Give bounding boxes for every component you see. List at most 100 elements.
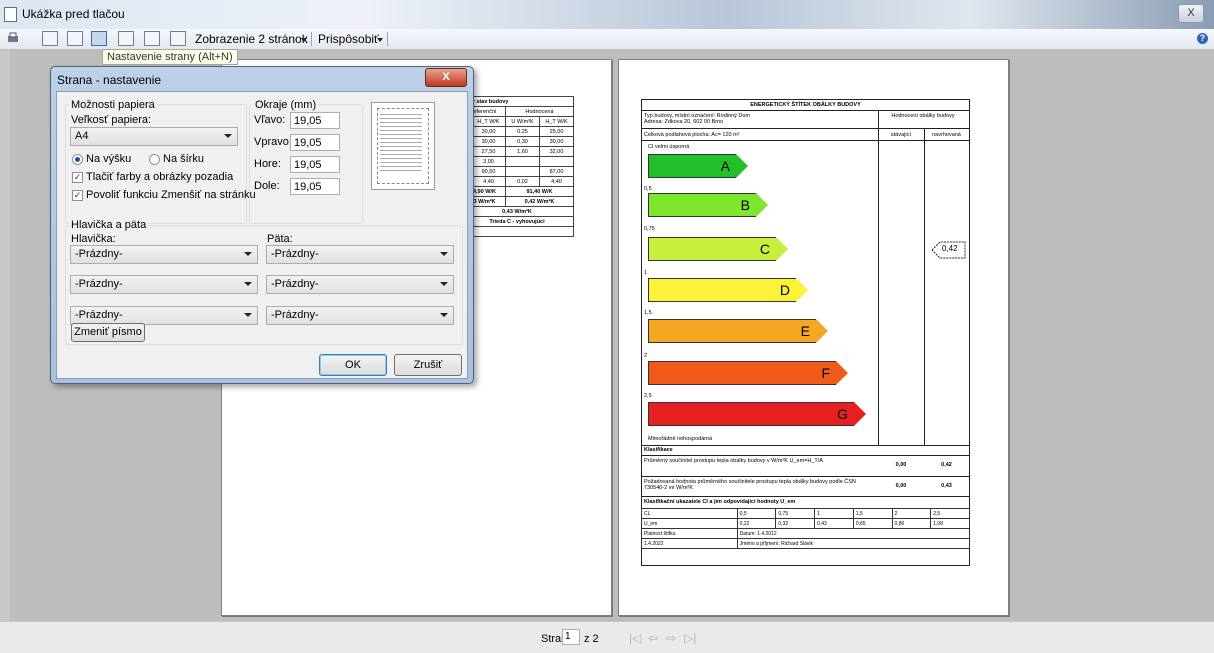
change-font-button[interactable]: Zmeniť písmo bbox=[71, 323, 145, 342]
dialog-close-button[interactable]: X bbox=[425, 68, 467, 87]
table-row bbox=[460, 226, 574, 237]
toolbar: Zobrazenie 2 stránok Prispôsobiť ? bbox=[0, 29, 1214, 50]
chevron-down-icon bbox=[244, 313, 252, 317]
table-row: Platnost štítku Datum: 1.4.2012 bbox=[641, 528, 971, 539]
floor-area: Celková podlahová plocha: Ac= 120 m² bbox=[644, 132, 740, 138]
chevron-down-icon bbox=[440, 313, 448, 317]
table-row: 027,501,6032,00 bbox=[459, 146, 574, 157]
preview-page-2: ENERGETICKÝ ŠTÍTEK OBÁLKY BUDOVY Typ bud… bbox=[618, 59, 1009, 616]
shrink-checkbox[interactable]: ✓ bbox=[72, 190, 83, 201]
shrink-label[interactable]: Povoliť funkciu Zmenšiť na stránku bbox=[86, 189, 256, 201]
chevron-down-icon[interactable] bbox=[301, 38, 307, 42]
divider bbox=[642, 128, 969, 129]
print-bg-checkbox[interactable]: ✓ bbox=[72, 172, 83, 183]
page-setup-dialog: Strana - nastavenie X Možnosti papiera V… bbox=[50, 66, 474, 384]
divider bbox=[642, 445, 969, 446]
unit-cell: H_T W/K bbox=[539, 116, 574, 127]
chevron-down-icon[interactable] bbox=[377, 38, 383, 42]
last-page-icon[interactable]: ▷| bbox=[684, 631, 696, 645]
req-proposed: 0,43 bbox=[941, 483, 952, 489]
ok-button[interactable]: OK bbox=[319, 354, 387, 376]
bottom-margin-input[interactable]: 19,05 bbox=[290, 178, 340, 195]
col-line bbox=[878, 110, 879, 446]
one-page-icon[interactable] bbox=[144, 31, 160, 46]
toolbar-separator bbox=[311, 32, 312, 46]
help-icon[interactable]: ? bbox=[1197, 33, 1208, 44]
right-margin-label: Vpravo: bbox=[254, 136, 292, 148]
first-page-icon[interactable]: |◁ bbox=[629, 631, 641, 645]
req-existing: 0,00 bbox=[895, 483, 907, 489]
footer-select-2[interactable]: -Prázdny- bbox=[266, 275, 454, 294]
top-margin-input[interactable]: 19,05 bbox=[290, 156, 340, 173]
col-line bbox=[924, 128, 925, 446]
paper-size-value: A4 bbox=[75, 130, 89, 142]
print-icon[interactable] bbox=[6, 31, 22, 46]
page-total: z 2 bbox=[584, 633, 599, 645]
table-row: 030,000,2525,00 bbox=[459, 126, 574, 137]
sum-row: 94,90 W/K 91,40 W/K bbox=[460, 186, 575, 197]
prev-page-icon[interactable]: ⇦ bbox=[648, 631, 658, 645]
portrait-view-icon[interactable] bbox=[42, 31, 58, 46]
window-close-button[interactable]: X bbox=[1178, 4, 1204, 23]
landscape-radio[interactable] bbox=[149, 154, 160, 165]
page-setup-gear-icon[interactable] bbox=[91, 31, 107, 46]
chevron-down-icon bbox=[224, 134, 232, 138]
two-pages-icon[interactable] bbox=[170, 31, 186, 46]
unit-cell: U W/m²K bbox=[504, 116, 541, 127]
table-title: nový stav budovy bbox=[460, 96, 574, 107]
table-row: CL 0,5 0,75 1 1,5 2 2,5 bbox=[641, 508, 970, 519]
footer-select-3[interactable]: -Prázdny- bbox=[266, 306, 454, 325]
eval-header: Hodnocení obálky budovy bbox=[891, 113, 955, 119]
threshold-label: 0,5 bbox=[644, 186, 652, 192]
view-two-pages-dropdown[interactable]: Zobrazenie 2 stránok bbox=[195, 32, 308, 46]
right-margin-input[interactable]: 19,05 bbox=[290, 134, 340, 151]
status-bar: Strana 1 z 2 |◁ ⇦ ⇨ ▷| bbox=[0, 621, 1214, 653]
chevron-down-icon bbox=[440, 252, 448, 256]
threshold-label: 1 bbox=[644, 270, 648, 276]
energy-class-letter: E bbox=[800, 323, 810, 339]
full-width-icon[interactable] bbox=[118, 31, 134, 46]
cancel-button[interactable]: Zrušiť bbox=[394, 354, 462, 376]
left-margin-input[interactable]: 19,05 bbox=[290, 112, 340, 129]
chevron-down-icon bbox=[244, 282, 252, 286]
energy-class-letter: F bbox=[821, 365, 830, 381]
bottom-margin-label: Dole: bbox=[254, 180, 280, 192]
divider bbox=[642, 455, 969, 456]
next-page-icon[interactable]: ⇨ bbox=[666, 631, 676, 645]
window-title: Ukážka pred tlačou bbox=[22, 7, 125, 21]
header-select-2[interactable]: -Prázdny- bbox=[70, 275, 258, 294]
energy-class-bar-e: E bbox=[648, 319, 828, 343]
left-margin-label: Vľavo: bbox=[254, 114, 286, 126]
divider bbox=[642, 496, 969, 497]
chevron-down-icon bbox=[440, 282, 448, 286]
energy-class-letter: B bbox=[740, 197, 750, 213]
energy-class-bar-b: B bbox=[648, 193, 768, 217]
label-title: ENERGETICKÝ ŠTÍTEK OBÁLKY BUDOVY bbox=[750, 102, 861, 108]
dialog-title: Strana - nastavenie bbox=[57, 73, 162, 87]
threshold-label: 1,5 bbox=[644, 310, 652, 316]
page-number-input[interactable]: 1 bbox=[562, 629, 580, 645]
energy-class-letter: A bbox=[720, 158, 730, 174]
footer-select-1[interactable]: -Prázdny- bbox=[266, 245, 454, 264]
energy-class-letter: G bbox=[837, 406, 848, 422]
margins-group-label: Okraje (mm) bbox=[253, 99, 319, 111]
fit-dropdown[interactable]: Prispôsobiť bbox=[318, 32, 379, 46]
table-row: 90,50 87,00 bbox=[459, 166, 574, 177]
unit-cell: H_T W/K bbox=[471, 116, 506, 127]
value-marker: 0,42 bbox=[931, 241, 966, 259]
col-proposed: navrhovaná bbox=[932, 132, 961, 138]
col-existing: stávající bbox=[890, 132, 912, 138]
header-select-1[interactable]: -Prázdny- bbox=[70, 245, 258, 264]
landscape-view-icon[interactable] bbox=[67, 31, 83, 46]
energy-class-bar-g: G bbox=[648, 402, 866, 426]
threshold-label: 0,75 bbox=[644, 226, 655, 232]
portrait-label[interactable]: Na výšku bbox=[86, 153, 131, 165]
landscape-label[interactable]: Na šírku bbox=[163, 153, 204, 165]
portrait-radio[interactable] bbox=[72, 154, 83, 165]
energy-label-frame: ENERGETICKÝ ŠTÍTEK OBÁLKY BUDOVY Typ bud… bbox=[641, 99, 971, 566]
energy-class-letter: D bbox=[779, 282, 790, 298]
paper-size-select[interactable]: A4 bbox=[70, 127, 238, 146]
app-icon bbox=[4, 7, 17, 22]
print-bg-label[interactable]: Tlačiť farby a obrázky pozadia bbox=[86, 171, 233, 183]
class-row: Trieda C - vyhovujúci bbox=[460, 216, 574, 227]
